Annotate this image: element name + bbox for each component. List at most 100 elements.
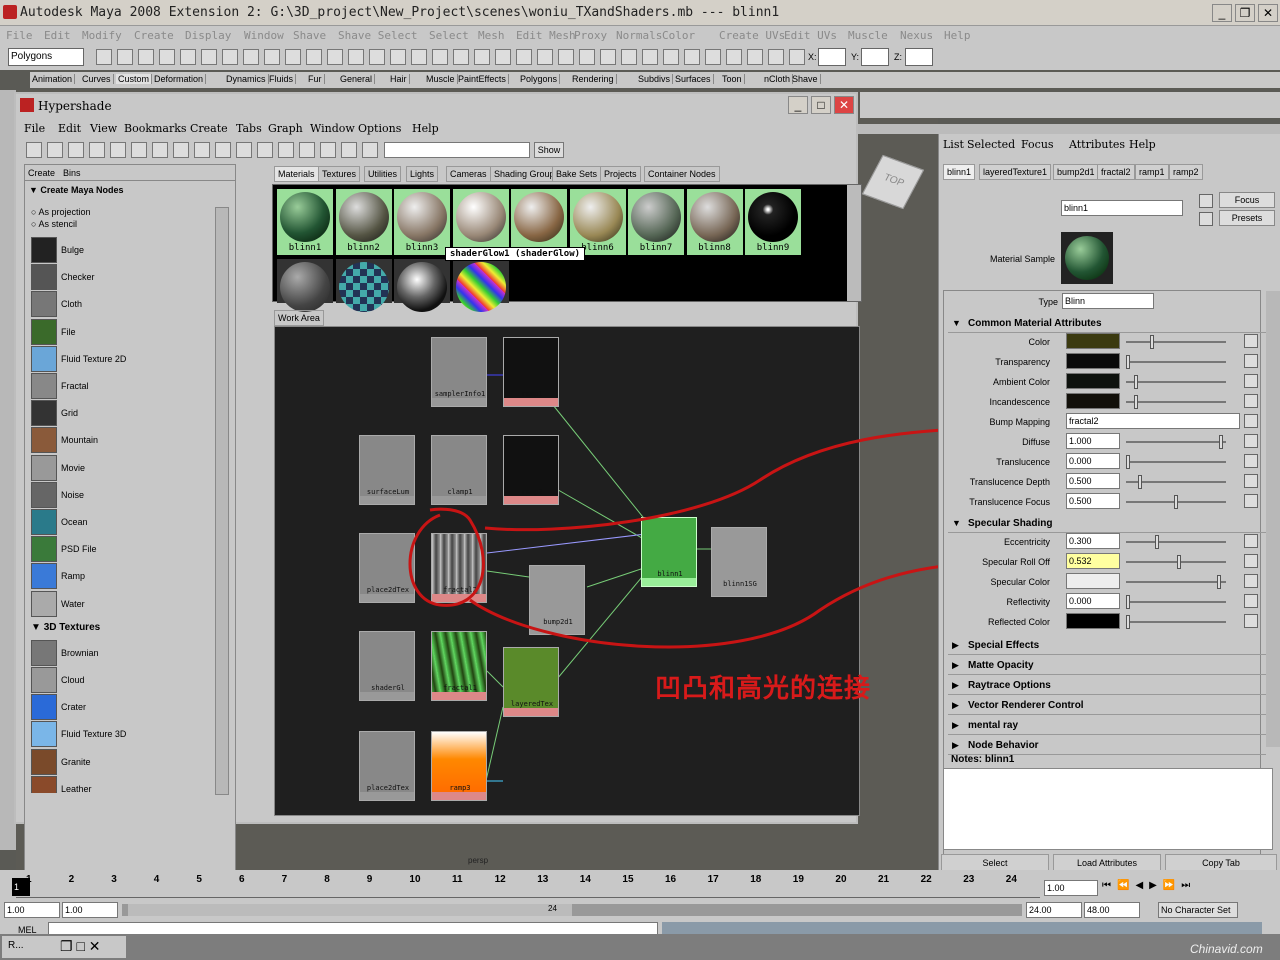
ae-menu-selected[interactable]: Selected — [967, 138, 1015, 151]
attr-slider[interactable] — [1126, 355, 1226, 369]
map-button-icon[interactable] — [1244, 414, 1258, 428]
slider-knob[interactable] — [1154, 535, 1159, 549]
map-button-icon[interactable] — [1244, 454, 1258, 468]
common-section-header[interactable]: ▼ Common Material Attributes — [948, 315, 1266, 333]
annotation-text: 凹凸和高光的连接 — [655, 674, 872, 704]
section-label: mental ray — [968, 720, 1019, 731]
expand-arrow-icon: ▶ — [952, 680, 959, 690]
input-connections-icon[interactable] — [1199, 194, 1213, 208]
ae-tab-fractal2[interactable]: fractal2 — [1097, 164, 1135, 180]
ae-menu-help[interactable]: Help — [1129, 138, 1156, 151]
slider-knob[interactable] — [1126, 595, 1130, 609]
map-button-icon[interactable] — [1244, 494, 1258, 508]
attr-slider[interactable] — [1126, 595, 1226, 609]
attr-slider[interactable] — [1126, 375, 1226, 389]
attr-field[interactable]: 0.500 — [1066, 493, 1120, 509]
ae-tab-layeredtexture1[interactable]: layeredTexture1 — [979, 164, 1052, 180]
section-vector-renderer-control[interactable]: ▶ Vector Renderer Control — [948, 697, 1266, 715]
attr-field[interactable] — [1066, 393, 1120, 409]
attr-field[interactable] — [1066, 333, 1120, 349]
attr-slider[interactable] — [1126, 395, 1226, 409]
start-time-field[interactable]: 1.00 — [4, 902, 60, 918]
attr-slider[interactable] — [1126, 455, 1226, 469]
slider-knob[interactable] — [1133, 375, 1138, 389]
attr-slider[interactable] — [1126, 535, 1226, 549]
node-name-field[interactable]: blinn1 — [1061, 200, 1183, 216]
end-time-field[interactable]: 48.00 — [1084, 902, 1140, 918]
attr-field[interactable]: 0.300 — [1066, 533, 1120, 549]
slider-knob[interactable] — [1126, 455, 1130, 469]
slider-knob[interactable] — [1133, 395, 1138, 409]
map-button-icon[interactable] — [1244, 374, 1258, 388]
map-button-icon[interactable] — [1244, 554, 1258, 568]
ae-menu-attributes[interactable]: Attributes — [1069, 138, 1125, 151]
focus-button[interactable]: Focus — [1219, 192, 1275, 208]
map-button-icon[interactable] — [1244, 394, 1258, 408]
notes-field[interactable] — [943, 768, 1273, 850]
time-slider[interactable]: 1 1.00 ⏮⏪◀▶⏩⏭ 1 2 3 4 5 6 7 8 9 10 11 12 13 14 15 16 17 1… — [0, 870, 1280, 900]
slider-knob[interactable] — [1176, 555, 1181, 569]
timeline-tick: 21 — [878, 874, 890, 885]
type-select[interactable]: Blinn — [1062, 293, 1154, 309]
attr-field[interactable]: 0.532 — [1066, 553, 1120, 569]
attr-field[interactable] — [1066, 573, 1120, 589]
attr-field[interactable]: fractal2 — [1066, 413, 1240, 429]
attr-slider[interactable] — [1126, 495, 1226, 509]
slider-knob[interactable] — [1150, 335, 1154, 349]
attr-slider[interactable] — [1126, 435, 1226, 449]
timeline-tick: 7 — [281, 874, 288, 885]
playback-controls[interactable]: ⏮⏪◀▶⏩⏭ — [1102, 880, 1278, 896]
slider-knob[interactable] — [1137, 475, 1142, 489]
range-start-field[interactable]: 1.00 — [62, 902, 118, 918]
presets-button[interactable]: Presets — [1219, 210, 1275, 226]
specular-attributes: Eccentricity 0.300 Specular Roll Off 0.532 S… — [944, 533, 1264, 643]
map-button-icon[interactable] — [1244, 434, 1258, 448]
section-special-effects[interactable]: ▶ Special Effects — [948, 637, 1266, 655]
output-connections-icon[interactable] — [1199, 212, 1213, 226]
ae-tab-blinn1[interactable]: blinn1 — [943, 164, 976, 180]
attr-field[interactable] — [1066, 373, 1120, 389]
attr-slider[interactable] — [1126, 575, 1226, 589]
section-matte-opacity[interactable]: ▶ Matte Opacity — [948, 657, 1266, 675]
map-button-icon[interactable] — [1244, 574, 1258, 588]
specular-section-header[interactable]: ▼ Specular Shading — [948, 515, 1266, 533]
ae-tab-ramp2[interactable]: ramp2 — [1169, 164, 1203, 180]
attr-field[interactable]: 0.500 — [1066, 473, 1120, 489]
attr-field[interactable]: 0.000 — [1066, 593, 1120, 609]
map-button-icon[interactable] — [1244, 354, 1258, 368]
section-mental-ray[interactable]: ▶ mental ray — [948, 717, 1266, 735]
attr-slider[interactable] — [1126, 555, 1226, 569]
attr-field[interactable]: 1.000 — [1066, 433, 1120, 449]
attr-slider[interactable] — [1126, 335, 1226, 349]
slider-knob[interactable] — [1126, 615, 1130, 629]
slider-knob[interactable] — [1126, 355, 1130, 369]
attr-field[interactable] — [1066, 353, 1120, 369]
ae-tab-ramp1[interactable]: ramp1 — [1135, 164, 1169, 180]
ae-tab-bump2d1[interactable]: bump2d1 — [1053, 164, 1099, 180]
map-button-icon[interactable] — [1244, 614, 1258, 628]
slider-knob[interactable] — [1217, 575, 1222, 589]
map-button-icon[interactable] — [1244, 594, 1258, 608]
current-frame-field[interactable]: 1.00 — [1044, 880, 1098, 896]
map-button-icon[interactable] — [1244, 534, 1258, 548]
attr-label: Translucence — [996, 457, 1050, 467]
range-end-field[interactable]: 24.00 — [1026, 902, 1082, 918]
attr-field[interactable]: 0.000 — [1066, 453, 1120, 469]
ae-menu-focus[interactable]: Focus — [1021, 138, 1054, 151]
map-button-icon[interactable] — [1244, 474, 1258, 488]
map-button-icon[interactable] — [1244, 334, 1258, 348]
range-bar[interactable]: 24 — [122, 904, 1022, 916]
minimized-render-window[interactable]: R... ❐ □ ✕ — [2, 936, 126, 958]
attr-slider[interactable] — [1126, 475, 1226, 489]
attr-label: Reflectivity — [1006, 597, 1050, 607]
section-raytrace-options[interactable]: ▶ Raytrace Options — [948, 677, 1266, 695]
slider-knob[interactable] — [1174, 495, 1178, 509]
timeline-tick: 2 — [68, 874, 75, 885]
attr-slider[interactable] — [1126, 615, 1226, 629]
character-set-select[interactable]: No Character Set — [1158, 902, 1238, 918]
section-node-behavior[interactable]: ▶ Node Behavior — [948, 737, 1266, 755]
slider-knob[interactable] — [1219, 435, 1224, 449]
ae-scrollbar[interactable] — [1266, 291, 1280, 747]
attr-field[interactable] — [1066, 613, 1120, 629]
ae-menu-list[interactable]: List — [943, 138, 964, 151]
